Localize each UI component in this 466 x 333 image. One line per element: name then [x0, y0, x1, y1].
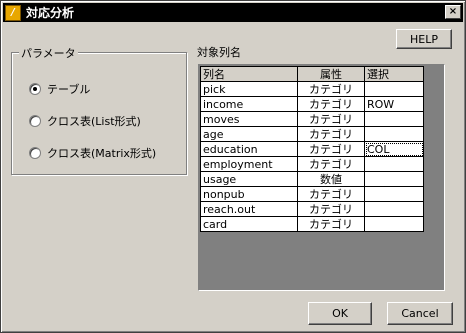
table-header-row: 列名 属性 選択	[200, 66, 424, 82]
cell-name[interactable]: education	[200, 141, 298, 157]
cell-attribute[interactable]: カテゴリ	[297, 156, 365, 172]
header-attribute[interactable]: 属性	[297, 66, 365, 82]
parameter-group-label: パラメータ	[19, 45, 78, 61]
cell-selection[interactable]	[364, 201, 424, 217]
cell-name[interactable]: nonpub	[200, 186, 298, 202]
cell-name[interactable]: age	[200, 126, 298, 142]
table-row[interactable]: card カテゴリ	[200, 216, 424, 232]
table-row[interactable]: usage 数値	[200, 171, 424, 187]
radio-option-table[interactable]: テーブル	[29, 81, 90, 97]
cell-selection[interactable]	[364, 171, 424, 187]
cell-attribute[interactable]: カテゴリ	[297, 96, 365, 112]
table-row[interactable]: reach.out カテゴリ	[200, 201, 424, 217]
radio-option-label: クロス表(Matrix形式)	[47, 147, 157, 160]
cell-attribute[interactable]: カテゴリ	[297, 111, 365, 127]
table-row[interactable]: age カテゴリ	[200, 126, 424, 142]
cell-selection[interactable]	[364, 111, 424, 127]
table-row[interactable]: education カテゴリ COL	[200, 141, 424, 157]
radio-option-label: クロス表(List形式)	[47, 115, 141, 128]
cell-attribute[interactable]: カテゴリ	[297, 201, 365, 217]
cell-selection[interactable]	[364, 186, 424, 202]
cell-selection[interactable]	[364, 156, 424, 172]
columns-grid[interactable]: 列名 属性 選択 pick カテゴリ income カテゴリ ROW moves カテゴ…	[198, 64, 445, 291]
cell-attribute[interactable]: カテゴリ	[297, 141, 365, 157]
cell-name[interactable]: pick	[200, 81, 298, 97]
radio-cross-list[interactable]	[29, 115, 41, 127]
cell-name[interactable]: employment	[200, 156, 298, 172]
cell-selection[interactable]: ROW	[364, 96, 424, 112]
radio-option-cross-matrix[interactable]: クロス表(Matrix形式)	[29, 145, 156, 161]
cell-name[interactable]: card	[200, 216, 298, 232]
radio-option-cross-list[interactable]: クロス表(List形式)	[29, 113, 141, 129]
help-button[interactable]: HELP	[396, 29, 452, 49]
cell-selection[interactable]: COL	[364, 141, 424, 157]
table-row[interactable]: pick カテゴリ	[200, 81, 424, 97]
radio-option-label: テーブル	[47, 83, 91, 96]
cell-attribute[interactable]: カテゴリ	[297, 186, 365, 202]
cell-name[interactable]: reach.out	[200, 201, 298, 217]
radio-cross-matrix[interactable]	[29, 147, 41, 159]
header-selection[interactable]: 選択	[364, 66, 424, 82]
header-column-name[interactable]: 列名	[200, 66, 298, 82]
cancel-button[interactable]: Cancel	[387, 302, 453, 325]
cell-attribute[interactable]: カテゴリ	[297, 126, 365, 142]
cell-attribute[interactable]: カテゴリ	[297, 216, 365, 232]
table-row[interactable]: employment カテゴリ	[200, 156, 424, 172]
app-logo-icon: /	[5, 4, 21, 21]
cell-attribute[interactable]: カテゴリ	[297, 81, 365, 97]
table-row[interactable]: nonpub カテゴリ	[200, 186, 424, 202]
close-button[interactable]: ×	[445, 5, 461, 19]
cell-name[interactable]: moves	[200, 111, 298, 127]
columns-table: 列名 属性 選択 pick カテゴリ income カテゴリ ROW moves カテゴ…	[200, 66, 424, 232]
ok-button[interactable]: OK	[308, 302, 372, 325]
cell-selection[interactable]	[364, 216, 424, 232]
table-row[interactable]: income カテゴリ ROW	[200, 96, 424, 112]
target-columns-label: 対象列名	[197, 46, 241, 59]
window-title: 対応分析	[26, 6, 75, 20]
cell-name[interactable]: income	[200, 96, 298, 112]
radio-table[interactable]	[29, 83, 41, 95]
cell-selection[interactable]	[364, 81, 424, 97]
cell-name[interactable]: usage	[200, 171, 298, 187]
dialog-window: / 対応分析 × HELP パラメータ テーブル クロス表(List形式) クロ…	[0, 0, 466, 333]
title-bar: / 対応分析 ×	[3, 3, 463, 22]
cell-attribute[interactable]: 数値	[297, 171, 365, 187]
cell-selection[interactable]	[364, 126, 424, 142]
table-row[interactable]: moves カテゴリ	[200, 111, 424, 127]
